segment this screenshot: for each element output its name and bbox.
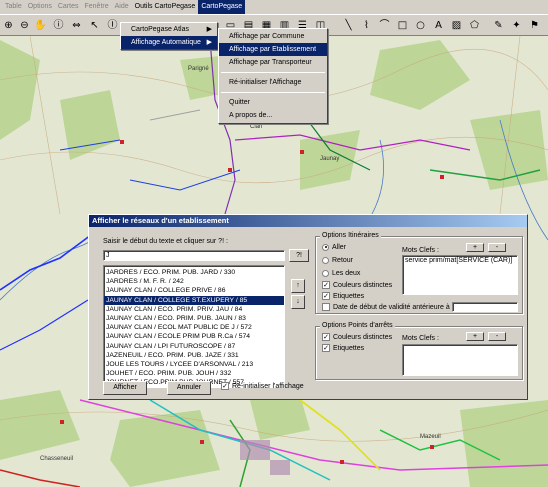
- polyline-icon[interactable]: ⌇: [358, 17, 375, 34]
- afficher-reseaux-dialog: Afficher le réseaux d'un etablissement S…: [88, 214, 528, 400]
- list-item[interactable]: JAUNAY CLAN / ECO. PRIM. PRIV. JAU / 84: [104, 305, 284, 314]
- ruler-icon[interactable]: ⇔: [68, 17, 85, 34]
- points-mots-clefs-list[interactable]: [402, 344, 518, 376]
- checkbox-icon[interactable]: [322, 303, 330, 312]
- options-points-legend: Options Points d'arrêts: [320, 322, 395, 329]
- list-item[interactable]: JARDRES / M. F. R. / 242: [104, 277, 284, 286]
- menu-separator: [221, 72, 325, 73]
- search-button[interactable]: ?!: [289, 249, 309, 262]
- date-input[interactable]: [452, 302, 518, 312]
- map-label: Clan: [250, 124, 262, 130]
- menu-item-par-transporteur[interactable]: Affichage par Transporteur: [219, 56, 327, 69]
- menu-bar: Table Options Cartes Fenêtre Aide Outils…: [0, 0, 548, 14]
- text-icon[interactable]: A: [430, 17, 447, 34]
- rectangle-icon[interactable]: □: [394, 17, 411, 34]
- list-item[interactable]: JAUNAY CLAN / COLLEGE PRIVE / 86: [104, 286, 284, 295]
- radio-les-deux[interactable]: Les deux: [322, 269, 360, 279]
- menu-table[interactable]: Table: [2, 0, 25, 14]
- checkbox-icon[interactable]: ✓: [322, 344, 330, 353]
- menu-item-reinit[interactable]: Ré-initialiser l'Affichage: [219, 76, 327, 89]
- etiquettes-checkbox[interactable]: ✓ Etiquettes: [322, 292, 364, 302]
- options-itineraires-group: Options Itinéraires Aller Retour Les deu…: [315, 232, 523, 314]
- line-icon[interactable]: ╲: [340, 17, 357, 34]
- points-remove-keyword-button[interactable]: -: [488, 332, 506, 341]
- map-label: Chasseneuil: [40, 456, 73, 462]
- radio-icon[interactable]: [322, 269, 329, 277]
- search-input[interactable]: J: [103, 250, 285, 261]
- dialog-title: Afficher le réseaux d'un etablissement: [89, 215, 527, 227]
- menu-item-par-commune[interactable]: Affichage par Commune: [219, 30, 327, 43]
- menu-options[interactable]: Options: [25, 0, 55, 14]
- menu-cartes[interactable]: Cartes: [55, 0, 82, 14]
- affichage-submenu: Affichage par Commune Affichage par Etab…: [218, 28, 328, 124]
- points-mots-clefs-label: Mots Clefs :: [402, 335, 439, 342]
- arc-icon[interactable]: ⌒: [376, 17, 393, 34]
- menu-item-apropos[interactable]: A propos de...: [219, 109, 327, 122]
- zoom-in-icon[interactable]: ⊕: [0, 17, 17, 34]
- info-icon[interactable]: ⓘ: [50, 17, 67, 34]
- couleurs-distinctes-checkbox[interactable]: ✓ Couleurs distinctes: [322, 281, 392, 291]
- polygon-icon[interactable]: ⬠: [466, 17, 483, 34]
- points-add-keyword-button[interactable]: +: [466, 332, 484, 341]
- list-item[interactable]: JAUNAY CLAN / LPI FUTUROSCOPE / 87: [104, 342, 284, 351]
- list-item[interactable]: JOUHET / ECO. PRIM. PUB. JOUH / 332: [104, 369, 284, 378]
- submenu-arrow-icon: ▶: [206, 26, 212, 33]
- list-item[interactable]: JAUNAY CLAN / ECO. PRIM. PUB. JAUN / 83: [104, 314, 284, 323]
- label-icon[interactable]: Ⓘ: [104, 17, 121, 34]
- menu-fenetre[interactable]: Fenêtre: [81, 0, 111, 14]
- checkbox-icon[interactable]: ✓: [322, 333, 330, 342]
- list-item[interactable]: JAUNAY CLAN / ECOL MAT PUBLIC DE J / 572: [104, 323, 284, 332]
- checkbox-icon[interactable]: ✓: [322, 281, 330, 290]
- checkbox-icon[interactable]: ✓: [322, 292, 330, 301]
- tool-a-icon[interactable]: ✎: [490, 17, 507, 34]
- menu-cartopegase[interactable]: CartoPegase: [198, 0, 246, 14]
- mots-clefs-list[interactable]: service prim/mat[SERVICE (CAR)]: [402, 255, 518, 295]
- menu-outils-cartopegase[interactable]: Outils CartoPegase: [132, 0, 199, 14]
- list-item-selected[interactable]: JAUNAY CLAN / COLLEGE ST.EXUPERY / 85: [104, 295, 284, 305]
- pan-hand-icon[interactable]: ✋: [32, 17, 49, 34]
- options-itineraires-legend: Options Itinéraires: [320, 232, 381, 239]
- points-couleurs-checkbox[interactable]: ✓ Couleurs distinctes: [322, 333, 392, 343]
- map-label: Parigné: [188, 66, 209, 72]
- map-label: Jaunay: [320, 156, 339, 162]
- cartopegase-menu: CartoPegase Atlas ▶ Affichage Automatique…: [120, 22, 218, 50]
- radio-icon[interactable]: [322, 243, 329, 251]
- mots-clefs-label: Mots Clefs :: [402, 247, 439, 254]
- menu-item-affichage-auto[interactable]: Affichage Automatique ▶: [121, 36, 217, 49]
- menu-separator: [221, 92, 325, 93]
- list-item[interactable]: JARDRES / ECO. PRIM. PUB. JARD / 330: [104, 268, 284, 277]
- tool-b-icon[interactable]: ✦: [508, 17, 525, 34]
- zoom-out-icon[interactable]: ⊖: [16, 17, 33, 34]
- list-item[interactable]: JOUE LES TOURS / LYCEE D'ARSONVAL / 213: [104, 360, 284, 369]
- tool-c-icon[interactable]: ⚑: [526, 17, 543, 34]
- etablissement-list[interactable]: JARDRES / ECO. PRIM. PUB. JARD / 330 JAR…: [103, 265, 285, 388]
- points-etiquettes-checkbox[interactable]: ✓ Etiquettes: [322, 344, 364, 354]
- options-points-group: Options Points d'arrêts ✓ Couleurs distin…: [315, 322, 523, 380]
- list-item[interactable]: JAUNAY CLAN / ECOLE PRIM PUB R.Ca / 574: [104, 332, 284, 341]
- menu-item-atlas[interactable]: CartoPegase Atlas ▶: [121, 23, 217, 36]
- annuler-button[interactable]: Annuler: [167, 381, 211, 395]
- date-validite-checkbox[interactable]: Date de début de validité antérieure à: [322, 303, 450, 313]
- menu-aide[interactable]: Aide: [112, 0, 132, 14]
- submenu-arrow-icon: ▶: [206, 39, 212, 46]
- menu-item-par-etablissement[interactable]: Affichage par Etablissement: [219, 43, 327, 56]
- radio-aller[interactable]: Aller: [322, 243, 346, 253]
- ellipse-icon[interactable]: ○: [412, 17, 429, 34]
- checkbox-icon[interactable]: ✓: [221, 382, 229, 391]
- menu-item-quitter[interactable]: Quitter: [219, 96, 327, 109]
- add-keyword-button[interactable]: +: [466, 243, 484, 252]
- scroll-up-button[interactable]: ↑: [291, 279, 305, 293]
- pointer-icon[interactable]: ↖: [86, 17, 103, 34]
- map-label: Mazeuil: [420, 434, 441, 440]
- scroll-down-button[interactable]: ↓: [291, 295, 305, 309]
- remove-keyword-button[interactable]: -: [488, 243, 506, 252]
- symbol-icon[interactable]: ▨: [448, 17, 465, 34]
- radio-icon[interactable]: [322, 256, 329, 264]
- radio-retour[interactable]: Retour: [322, 256, 353, 266]
- list-item[interactable]: JAZENEUIL / ECO. PRIM. PUB. JAZE / 331: [104, 351, 284, 360]
- reinit-checkbox[interactable]: ✓ Ré-initialiser l'affichage: [221, 382, 304, 392]
- afficher-button[interactable]: Afficher: [103, 381, 147, 395]
- search-prompt: Saisir le début du texte et cliquer sur …: [103, 238, 228, 245]
